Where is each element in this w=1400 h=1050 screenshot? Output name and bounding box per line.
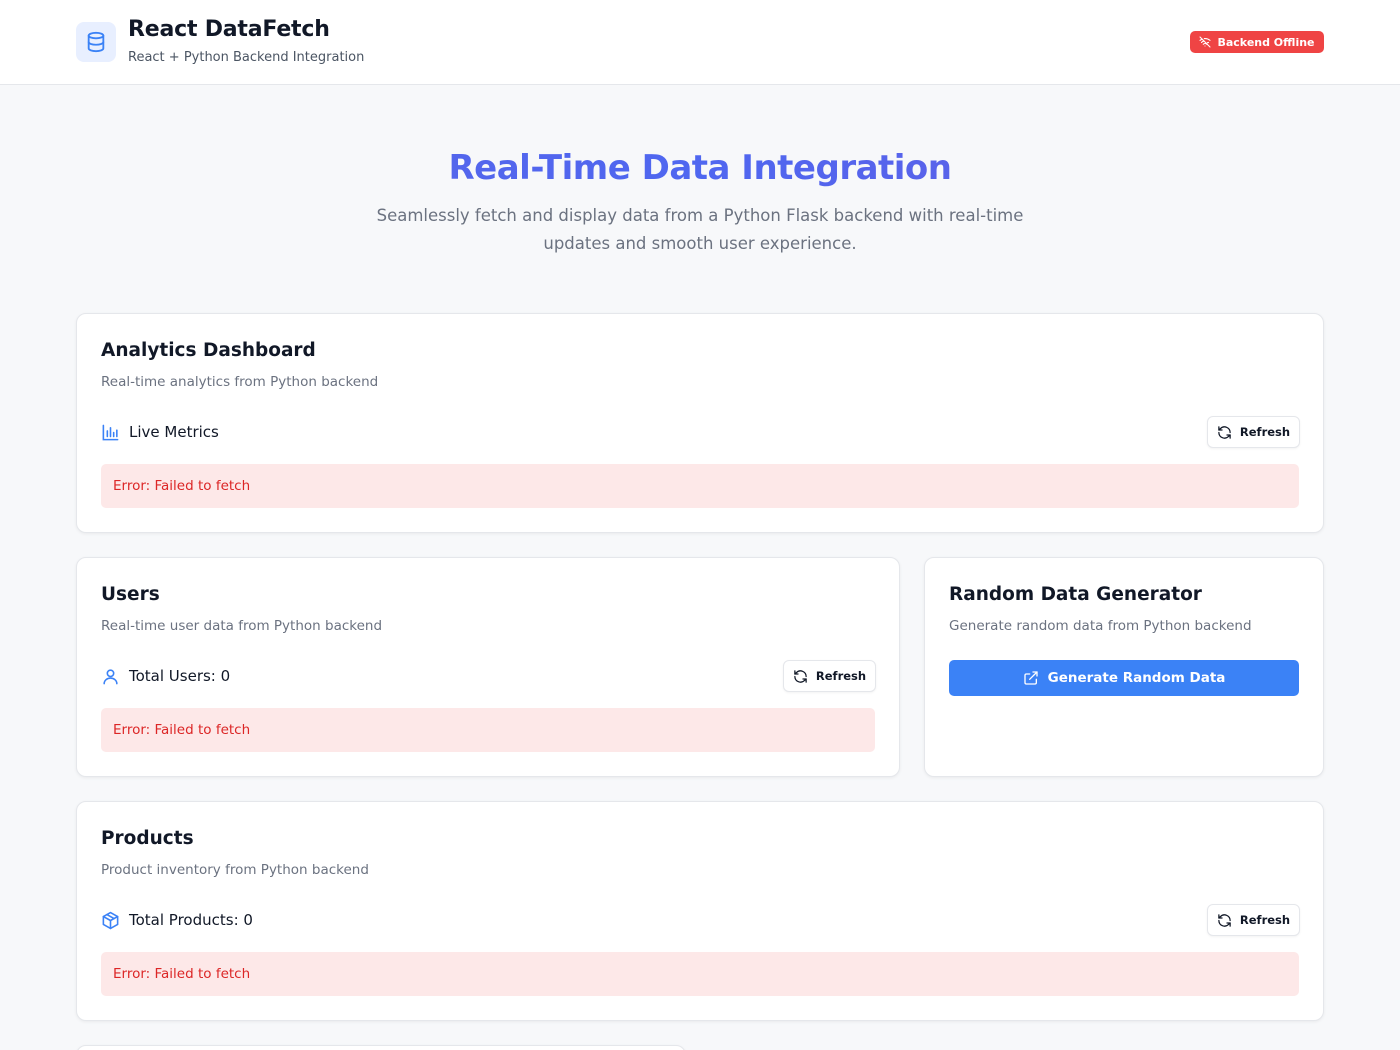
error-message: Error: Failed to fetch — [101, 952, 1299, 996]
backend-status-badge: Backend Offline — [1190, 31, 1324, 53]
user-icon — [103, 668, 118, 684]
card-description: Generate random data from Python backend — [949, 618, 1252, 634]
card-title: Products — [101, 828, 194, 849]
refresh-label: Refresh — [1239, 425, 1291, 439]
card-description: Product inventory from Python backend — [101, 862, 369, 878]
metric-row: Total Products: 0 — [101, 906, 253, 934]
card-title: Users — [101, 584, 160, 605]
refresh-icon — [794, 669, 807, 683]
package-icon — [102, 911, 119, 929]
database-icon — [76, 22, 116, 62]
users-card: Users Real-time user data from Python ba… — [76, 557, 900, 777]
bar-chart-icon — [102, 424, 119, 440]
shuffle-icon — [1023, 671, 1038, 685]
card-description: Real-time user data from Python backend — [101, 618, 383, 634]
wifi-off-icon — [1199, 36, 1212, 48]
refresh-label: Refresh — [815, 669, 867, 683]
random-data-card: Random Data Generator Generate random da… — [924, 557, 1324, 777]
card-title: Random Data Generator — [949, 584, 1202, 605]
hero-subtitle: Seamlessly fetch and display data from a… — [376, 206, 1024, 253]
metric-label: Total Users: 0 — [129, 667, 231, 685]
hero-title: Real-Time Data Integration — [0, 148, 1400, 188]
refresh-button[interactable]: Refresh — [783, 660, 876, 692]
app-subtitle: React + Python Backend Integration — [128, 50, 365, 65]
generate-random-data-button[interactable]: Generate Random Data — [949, 660, 1299, 696]
metric-label: Total Products: 0 — [129, 911, 253, 929]
refresh-button[interactable]: Refresh — [1207, 904, 1300, 936]
generate-button-label: Generate Random Data — [1047, 670, 1226, 686]
refresh-button[interactable]: Refresh — [1207, 416, 1300, 448]
card-title: Analytics Dashboard — [101, 340, 316, 361]
metric-row: Total Users: 0 — [101, 662, 230, 690]
refresh-icon — [1218, 913, 1231, 927]
refresh-icon — [1218, 425, 1231, 439]
status-badge-label: Backend Offline — [1217, 35, 1315, 49]
metric-row: Live Metrics — [101, 418, 219, 446]
card-description: Real-time analytics from Python backend — [101, 374, 379, 390]
error-message: Error: Failed to fetch — [101, 708, 875, 752]
products-card: Products Product inventory from Python b… — [76, 801, 1324, 1021]
app-title: React DataFetch — [128, 17, 330, 42]
error-message: Error: Failed to fetch — [101, 464, 1299, 508]
top-bar: React DataFetch React + Python Backend I… — [0, 0, 1400, 85]
analytics-card: Analytics Dashboard Real-time analytics … — [76, 313, 1324, 533]
metric-label: Live Metrics — [129, 423, 219, 441]
next-card-partial — [76, 1045, 686, 1050]
refresh-label: Refresh — [1239, 913, 1291, 927]
